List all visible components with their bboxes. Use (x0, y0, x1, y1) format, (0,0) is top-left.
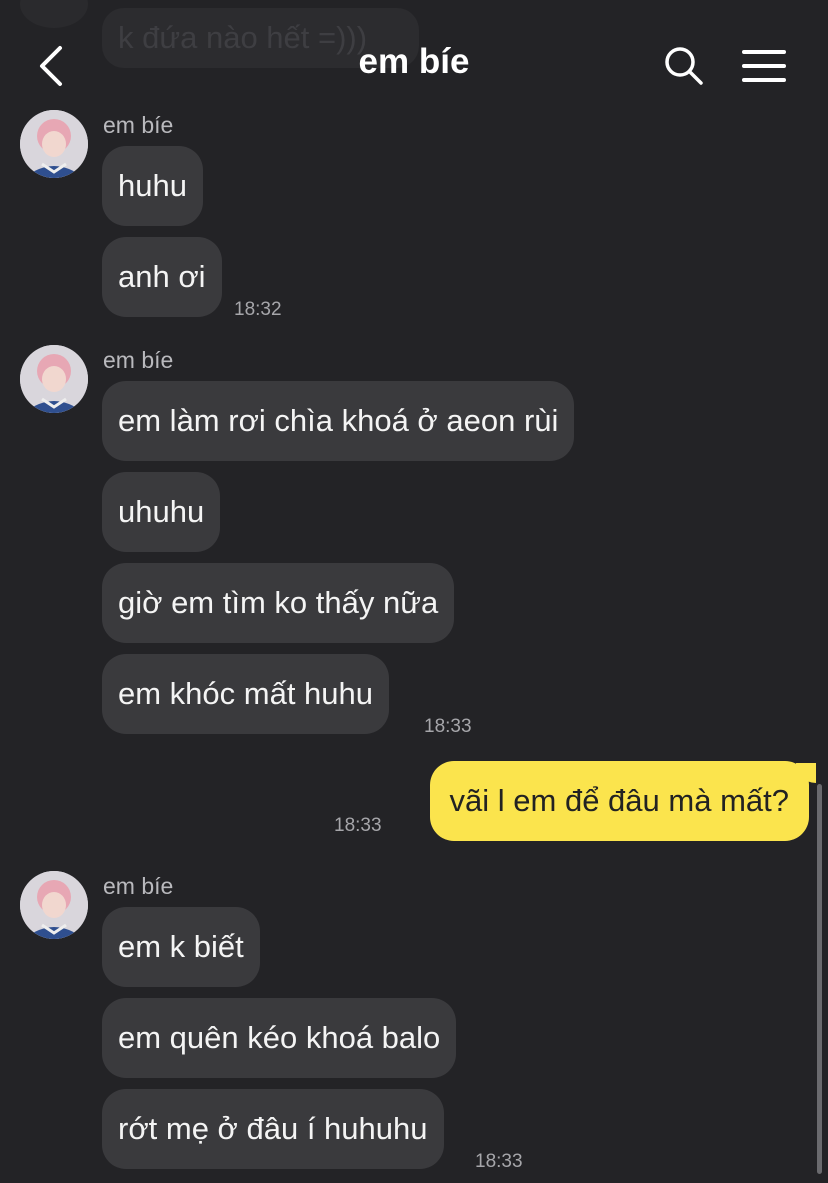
message-bubble[interactable]: em quên kéo khoá balo (102, 998, 457, 1078)
avatar-image (20, 871, 88, 939)
scrollbar[interactable] (817, 784, 822, 1174)
avatar-image (20, 345, 88, 413)
search-icon (665, 47, 703, 85)
search-button[interactable] (660, 42, 708, 90)
avatar-partial (20, 0, 88, 28)
menu-button[interactable] (738, 44, 790, 88)
message-time: 18:32 (234, 299, 282, 320)
message-bubble[interactable]: em k biết (102, 907, 260, 987)
contact-avatar[interactable] (20, 110, 88, 178)
message-bubble[interactable]: giờ em tìm ko thấy nữa (102, 563, 455, 643)
message-bubble[interactable]: huhu (102, 146, 203, 226)
contact-avatar[interactable] (20, 871, 88, 939)
sender-name: em bíe (103, 873, 174, 899)
message-time: 18:33 (334, 815, 382, 836)
sender-name: em bíe (103, 347, 174, 373)
message-time: 18:33 (475, 1151, 523, 1172)
menu-icon (742, 50, 786, 82)
message-bubble[interactable]: em làm rơi chìa khoá ở aeon rùi (102, 381, 575, 461)
sender-name: em bíe (103, 112, 174, 138)
message-bubble[interactable]: rớt mẹ ở đâu í huhuhu (102, 1089, 444, 1169)
chat-header: em bíe (0, 30, 828, 102)
my-message-bubble[interactable]: vãi l em để đâu mà mất? (429, 761, 809, 841)
message-bubble[interactable]: anh ơi (102, 237, 222, 317)
avatar-image (20, 110, 88, 178)
message-bubble[interactable]: uhuhu (102, 472, 221, 552)
contact-avatar[interactable] (20, 345, 88, 413)
message-time: 18:33 (424, 716, 472, 737)
message-bubble[interactable]: em khóc mất huhu (102, 654, 390, 734)
